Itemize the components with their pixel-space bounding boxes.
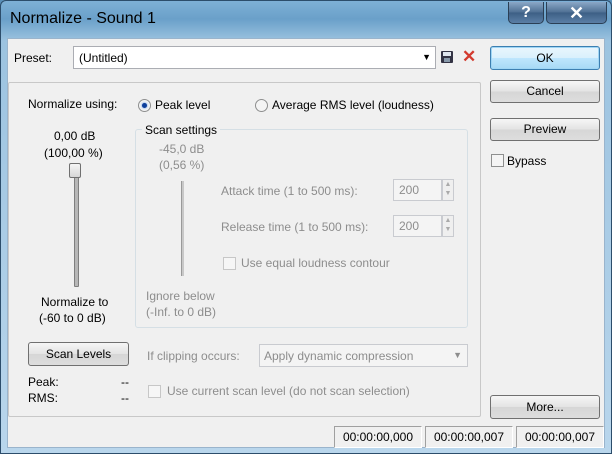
clipping-dropdown: Apply dynamic compression ▼ xyxy=(259,344,468,367)
normalize-slider-thumb[interactable] xyxy=(69,163,81,178)
normalize-to-label: Normalize to xyxy=(41,295,109,309)
normalize-level-db: 0,00 dB xyxy=(54,129,96,143)
preset-label: Preset: xyxy=(14,51,53,65)
scan-slider-track xyxy=(181,181,184,276)
chevron-down-icon: ▼ xyxy=(422,52,431,62)
rms-label: RMS: xyxy=(28,391,58,405)
delete-preset-icon[interactable]: ✕ xyxy=(462,47,476,67)
release-time-label: Release time (1 to 500 ms): xyxy=(221,220,369,234)
preset-dropdown[interactable]: (Untitled) ▼ xyxy=(73,46,436,69)
bypass-checkbox[interactable] xyxy=(491,154,504,167)
scan-level-pct: (0,56 %) xyxy=(159,158,205,172)
equal-loudness-checkbox xyxy=(223,257,236,270)
help-icon: ? xyxy=(521,4,531,21)
close-icon: ✕ xyxy=(568,3,585,23)
more-button[interactable]: More... xyxy=(490,395,600,419)
peak-value: -- xyxy=(121,375,129,389)
normalize-to-range: (-60 to 0 dB) xyxy=(39,311,106,325)
close-button[interactable]: ✕ xyxy=(546,2,607,24)
ok-button[interactable]: OK xyxy=(490,46,600,70)
window-title: Normalize - Sound 1 xyxy=(10,10,156,27)
average-rms-label: Average RMS level (loudness) xyxy=(272,98,434,112)
normalize-level-pct: (100,00 %) xyxy=(44,146,103,160)
release-time-spinner: ▲ ▼ xyxy=(442,215,454,237)
scan-settings-title: Scan settings xyxy=(142,123,221,137)
scan-levels-button[interactable]: Scan Levels xyxy=(28,342,129,366)
cancel-button[interactable]: Cancel xyxy=(490,80,600,103)
ignore-below-label: Ignore below xyxy=(146,289,215,303)
chevron-down-icon: ▼ xyxy=(453,350,462,360)
use-current-scan-label: Use current scan level (do not scan sele… xyxy=(167,384,410,398)
dialog-body: Preset: (Untitled) ▼ ✕ OK Cancel Preview… xyxy=(7,38,605,448)
use-current-scan-checkbox xyxy=(148,385,161,398)
release-time-input: 200 xyxy=(393,215,442,237)
clipping-value: Apply dynamic compression xyxy=(264,349,414,363)
clipping-label: If clipping occurs: xyxy=(147,349,240,363)
equal-loudness-label: Use equal loudness contour xyxy=(241,256,390,270)
attack-time-spinner: ▲ ▼ xyxy=(442,179,454,201)
average-rms-radio[interactable] xyxy=(255,99,268,112)
scan-level-db: -45,0 dB xyxy=(159,142,205,156)
status-time-2: 00:00:00,007 xyxy=(425,426,513,448)
bypass-label: Bypass xyxy=(507,154,547,168)
preset-value: (Untitled) xyxy=(79,51,128,65)
rms-value: -- xyxy=(121,391,129,405)
peak-label: Peak: xyxy=(28,375,59,389)
save-preset-icon[interactable] xyxy=(440,50,454,64)
attack-time-label: Attack time (1 to 500 ms): xyxy=(221,184,358,198)
peak-level-radio[interactable] xyxy=(138,99,151,112)
status-time-3: 00:00:00,007 xyxy=(516,426,604,448)
preview-button[interactable]: Preview xyxy=(490,118,600,141)
normalize-slider-track[interactable] xyxy=(74,167,79,287)
attack-time-input: 200 xyxy=(393,179,442,201)
normalize-using-label: Normalize using: xyxy=(28,97,118,111)
ignore-below-range: (-Inf. to 0 dB) xyxy=(146,305,217,319)
status-time-1: 00:00:00,000 xyxy=(334,426,422,448)
peak-level-label: Peak level xyxy=(155,98,211,112)
help-button[interactable]: ? xyxy=(508,2,544,24)
attack-time-value: 200 xyxy=(399,183,420,197)
release-time-value: 200 xyxy=(399,219,420,233)
